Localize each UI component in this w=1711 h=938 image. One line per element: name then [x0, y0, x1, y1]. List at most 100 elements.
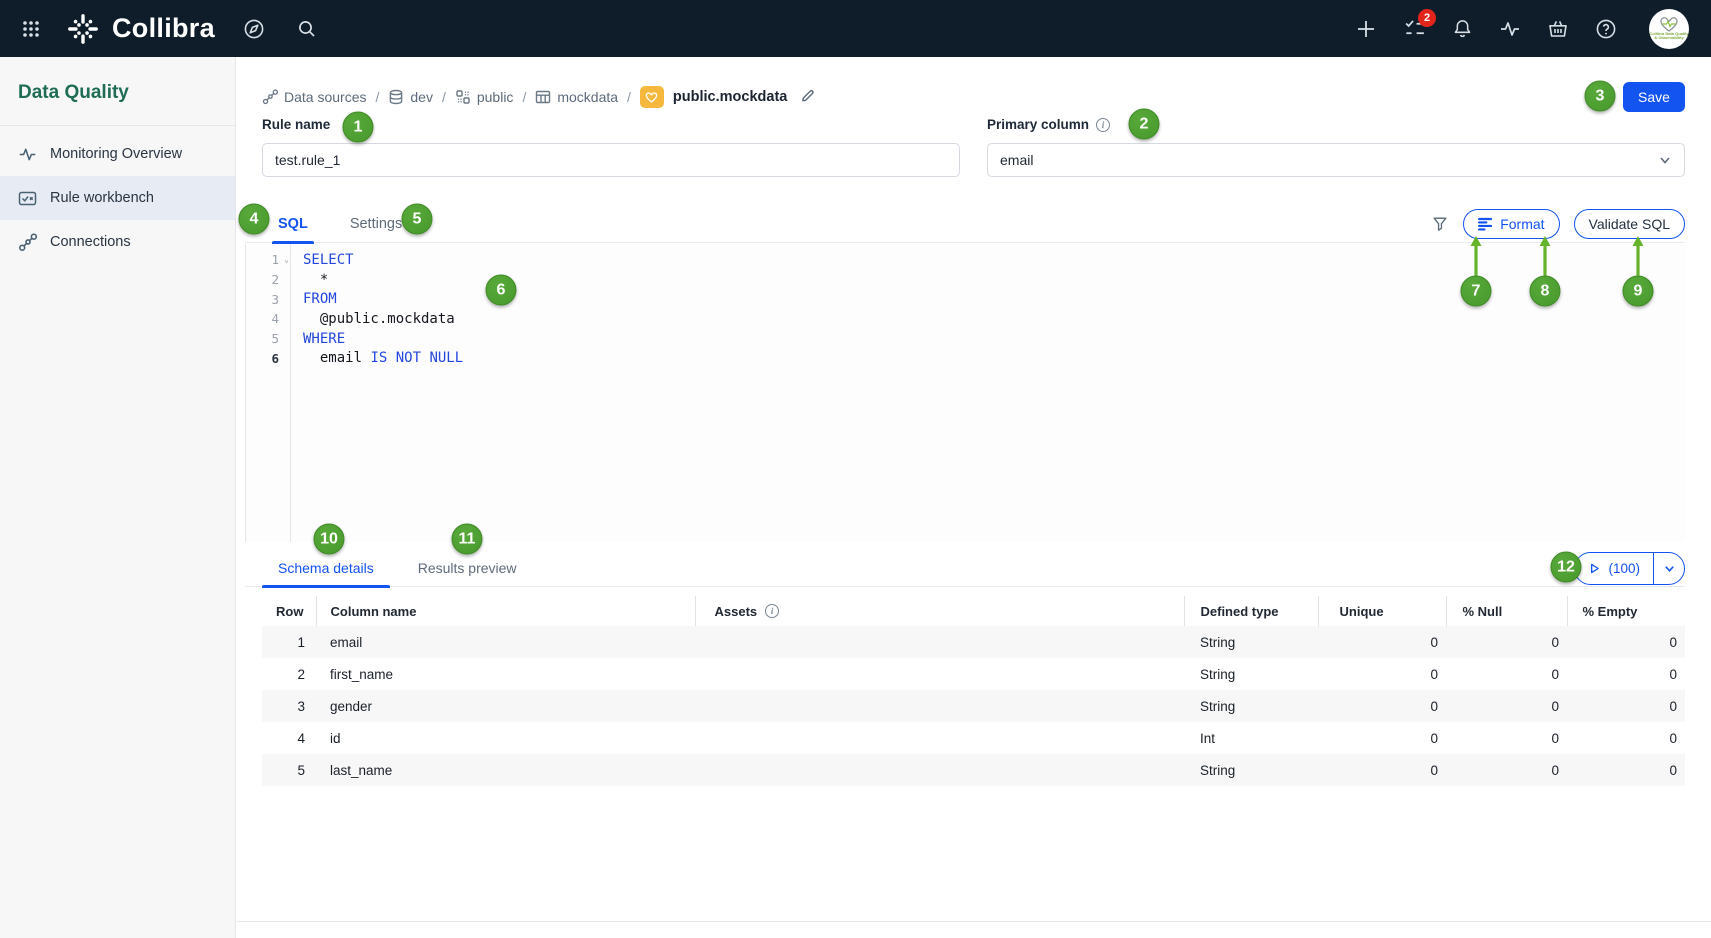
line-number: 3 — [246, 289, 290, 309]
fold-chevron-icon[interactable]: ⌄ — [284, 255, 289, 264]
notification-count-badge: 2 — [1418, 9, 1436, 27]
table-row[interactable]: 5last_nameString000 — [262, 754, 1685, 786]
table-cell: 0 — [1567, 722, 1685, 754]
heart-pulse-icon — [1659, 17, 1679, 32]
header-column-name[interactable]: Column name — [316, 596, 695, 626]
chevron-down-icon — [1663, 562, 1676, 575]
table-cell: String — [1184, 626, 1318, 658]
info-icon[interactable]: i — [1096, 118, 1110, 132]
tab-schema-details[interactable]: Schema details — [278, 550, 374, 587]
primary-column-label: Primary column i — [987, 117, 1110, 132]
code-line[interactable]: @public.mockdata — [303, 309, 1685, 329]
annotation-arrow-8 — [1538, 236, 1552, 276]
search-icon[interactable] — [297, 19, 317, 39]
header-assets[interactable]: Assetsi — [695, 596, 1184, 626]
tab-settings[interactable]: Settings — [350, 205, 402, 243]
annotation-badge-8: 8 — [1530, 276, 1561, 307]
primary-column-select[interactable]: email — [987, 143, 1685, 177]
sidebar-item-monitoring-overview[interactable]: Monitoring Overview — [0, 132, 235, 176]
save-button[interactable]: Save — [1623, 82, 1685, 112]
code-line[interactable]: WHERE — [303, 329, 1685, 349]
connections-icon — [18, 233, 37, 252]
table-cell: 0 — [1567, 626, 1685, 658]
breadcrumb-data-sources[interactable]: Data sources — [262, 89, 366, 105]
run-options-button[interactable] — [1654, 553, 1684, 584]
table-cell: 0 — [1567, 690, 1685, 722]
validate-sql-button[interactable]: Validate SQL — [1574, 209, 1685, 239]
annotation-badge-12: 12 — [1551, 552, 1582, 583]
line-number: 2 — [246, 270, 290, 290]
table-cell: 0 — [1446, 690, 1567, 722]
database-icon — [388, 89, 404, 105]
code-line[interactable]: email IS NOT NULL — [303, 348, 1685, 368]
annotation-badge-3: 3 — [1585, 81, 1616, 112]
table-cell: 1 — [262, 626, 316, 658]
tab-sql[interactable]: SQL — [278, 205, 308, 243]
header-null-pct[interactable]: % Null — [1446, 596, 1567, 626]
collibra-logo[interactable]: Collibra — [66, 12, 215, 46]
annotation-arrow-9 — [1631, 236, 1645, 276]
breadcrumb-public[interactable]: public — [455, 89, 514, 105]
basket-icon[interactable] — [1547, 18, 1569, 40]
sidebar-item-label: Connections — [50, 234, 131, 250]
breadcrumb-current: public.mockdata — [673, 89, 787, 105]
compass-icon[interactable] — [243, 18, 265, 40]
breadcrumb-mockdata[interactable]: mockdata — [535, 89, 618, 105]
header-empty-pct[interactable]: % Empty — [1567, 596, 1685, 626]
result-tabs: Schema details Results preview (100) — [245, 550, 1685, 587]
breadcrumb-dev[interactable]: dev — [388, 89, 433, 105]
rule-name-input[interactable]: test.rule_1 — [262, 143, 960, 177]
info-icon[interactable]: i — [765, 604, 779, 618]
table-cell: 5 — [262, 754, 316, 786]
run-button-group: (100) — [1574, 552, 1685, 585]
table-row[interactable]: 2first_nameString000 — [262, 658, 1685, 690]
table-cell: first_name — [316, 658, 695, 690]
table-cell: String — [1184, 754, 1318, 786]
table-cell: 0 — [1446, 626, 1567, 658]
table-row[interactable]: 4idInt000 — [262, 722, 1685, 754]
table-cell — [695, 658, 1184, 690]
table-cell: 0 — [1318, 626, 1446, 658]
line-number: 6 — [246, 348, 290, 368]
table-icon — [535, 89, 551, 105]
line-number: 1⌄ — [246, 250, 290, 270]
main-content: Data sources / dev / — [237, 57, 1711, 938]
table-cell — [695, 690, 1184, 722]
annotation-badge-6: 6 — [486, 275, 517, 306]
tab-results-preview[interactable]: Results preview — [418, 550, 517, 587]
editor-gutter: 1⌄23456 — [246, 244, 291, 542]
annotation-badge-9: 9 — [1623, 276, 1654, 307]
sidebar-item-rule-workbench[interactable]: Rule workbench — [0, 176, 235, 220]
table-row[interactable]: 1emailString000 — [262, 626, 1685, 658]
header-unique[interactable]: Unique — [1318, 596, 1446, 626]
activity-icon[interactable] — [1499, 18, 1521, 40]
breadcrumb-separator: / — [375, 89, 379, 105]
apps-grid-icon[interactable] — [22, 20, 40, 38]
table-row[interactable]: 3genderString000 — [262, 690, 1685, 722]
format-align-icon — [1478, 217, 1493, 231]
sidebar-item-connections[interactable]: Connections — [0, 220, 235, 264]
schema-icon — [455, 89, 471, 105]
table-cell: 0 — [1446, 722, 1567, 754]
line-number: 5 — [246, 329, 290, 349]
heart-pulse-icon — [645, 91, 658, 103]
header-row[interactable]: Row — [262, 596, 316, 626]
table-cell: 2 — [262, 658, 316, 690]
play-icon — [1588, 562, 1601, 575]
datasources-icon — [262, 89, 278, 105]
user-avatar[interactable]: Collibra Data Quality & Observability — [1649, 9, 1689, 49]
collibra-mark-icon — [66, 12, 100, 46]
format-button[interactable]: Format — [1463, 209, 1559, 239]
sidebar-title: Data Quality — [0, 57, 235, 126]
plus-icon[interactable] — [1355, 18, 1377, 40]
header-defined-type[interactable]: Defined type — [1184, 596, 1318, 626]
line-number: 4 — [246, 309, 290, 329]
sidebar-item-label: Rule workbench — [50, 190, 154, 206]
filter-icon[interactable] — [1431, 215, 1449, 233]
table-cell: 0 — [1567, 658, 1685, 690]
bell-icon[interactable] — [1452, 18, 1473, 39]
edit-name-icon[interactable] — [800, 88, 815, 106]
help-icon[interactable] — [1595, 18, 1617, 40]
tasks-icon[interactable]: 2 — [1403, 17, 1426, 40]
run-button[interactable]: (100) — [1575, 553, 1654, 584]
